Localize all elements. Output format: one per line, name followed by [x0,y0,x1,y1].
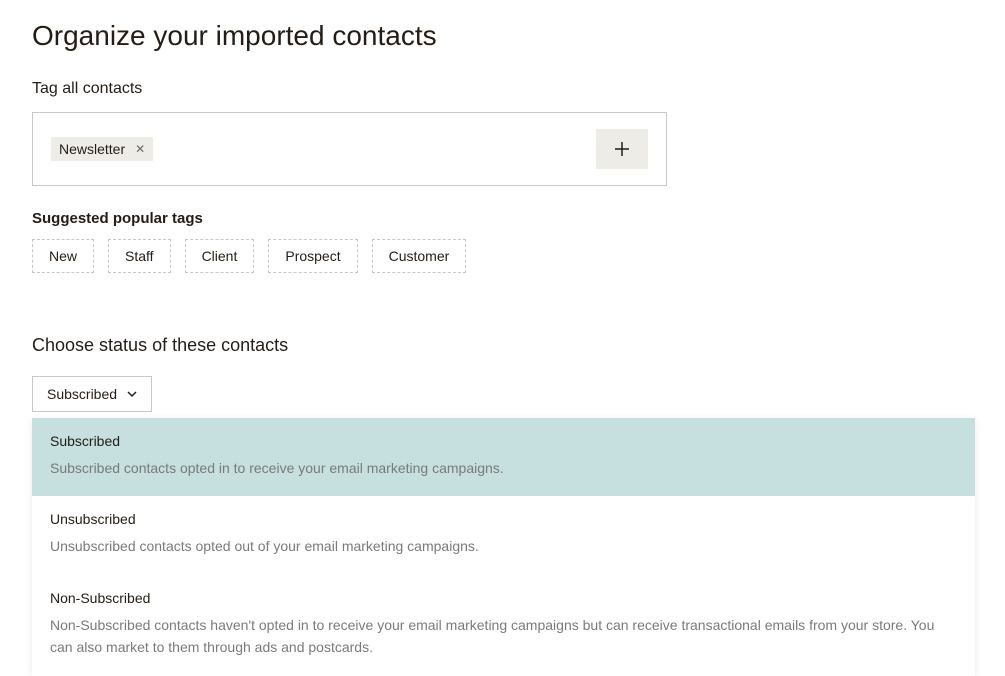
status-option-non-subscribed[interactable]: Non-Subscribed Non-Subscribed contacts h… [32,575,975,676]
status-dropdown-button[interactable]: Subscribed [32,376,152,412]
suggested-tag-prospect[interactable]: Prospect [268,239,357,273]
suggested-tag-staff[interactable]: Staff [108,239,171,273]
suggested-tag-customer[interactable]: Customer [372,239,467,273]
tag-section-label: Tag all contacts [32,80,973,98]
tag-chip-newsletter[interactable]: Newsletter ✕ [51,137,153,161]
suggested-tags-label: Suggested popular tags [32,210,973,227]
tag-chip-label: Newsletter [59,141,125,157]
suggested-tags-row: New Staff Client Prospect Customer [32,239,973,273]
suggested-tag-client[interactable]: Client [185,239,255,273]
status-option-unsubscribed[interactable]: Unsubscribed Unsubscribed contacts opted… [32,496,975,574]
status-option-title: Unsubscribed [50,511,957,527]
chevron-down-icon [127,386,137,402]
tag-input-box[interactable]: Newsletter ✕ [32,112,667,186]
status-option-title: Non-Subscribed [50,590,957,606]
suggested-tag-new[interactable]: New [32,239,94,273]
status-option-subscribed[interactable]: Subscribed Subscribed contacts opted in … [32,418,975,496]
remove-tag-icon[interactable]: ✕ [135,143,145,155]
add-tag-button[interactable] [596,129,648,169]
status-option-desc: Subscribed contacts opted in to receive … [50,457,957,479]
status-section-label: Choose status of these contacts [32,335,973,356]
status-dropdown-selected: Subscribed [47,386,117,402]
status-option-desc: Non-Subscribed contacts haven't opted in… [50,614,957,659]
status-dropdown-panel: Subscribed Subscribed contacts opted in … [32,418,975,676]
status-option-desc: Unsubscribed contacts opted out of your … [50,535,957,557]
page-title: Organize your imported contacts [32,20,973,52]
status-option-title: Subscribed [50,433,957,449]
plus-icon [614,141,630,157]
